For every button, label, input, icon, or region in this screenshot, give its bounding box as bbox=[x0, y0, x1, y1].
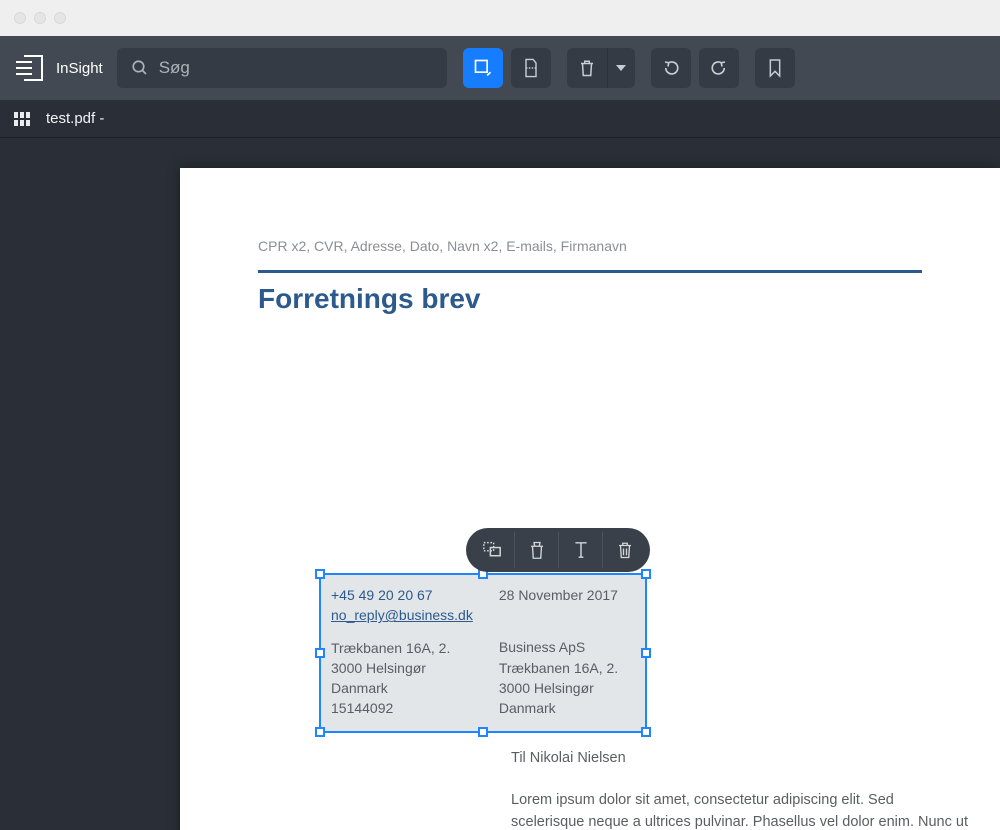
search-input[interactable] bbox=[159, 58, 433, 78]
resize-handle-nw[interactable] bbox=[315, 569, 325, 579]
letter-paragraph-1: Lorem ipsum dolor sit amet, consectetur … bbox=[511, 790, 971, 830]
letter-date: 28 November 2017 bbox=[499, 585, 635, 605]
search-field[interactable] bbox=[117, 48, 447, 88]
search-icon bbox=[131, 59, 149, 77]
bookmark-button[interactable] bbox=[755, 48, 795, 88]
resize-handle-w[interactable] bbox=[315, 648, 325, 658]
letter-body: Til Nikolai Nielsen Lorem ipsum dolor si… bbox=[511, 748, 971, 830]
window-titlebar bbox=[0, 0, 1000, 36]
delete-button[interactable] bbox=[567, 48, 607, 88]
main-toolbar: InSight bbox=[0, 36, 1000, 100]
sender-addr-3: Danmark bbox=[331, 678, 473, 698]
ctx-trash-button[interactable] bbox=[514, 532, 558, 568]
sidebar-area bbox=[0, 138, 180, 830]
letter-greeting: Til Nikolai Nielsen bbox=[511, 748, 971, 770]
window-close-icon[interactable] bbox=[14, 12, 26, 24]
sender-phone: +45 49 20 20 67 bbox=[331, 585, 473, 605]
recipient-company: Business ApS bbox=[499, 637, 635, 657]
page-tool-button[interactable] bbox=[511, 48, 551, 88]
tab-filename[interactable]: test.pdf - bbox=[46, 110, 104, 127]
document-title: Forretnings brev bbox=[258, 283, 922, 315]
resize-handle-e[interactable] bbox=[641, 648, 651, 658]
thumbnail-grid-icon[interactable] bbox=[14, 112, 32, 126]
app-logo-icon bbox=[14, 54, 46, 82]
recipient-addr-3: Danmark bbox=[499, 698, 635, 718]
selection-context-toolbar bbox=[466, 528, 650, 572]
resize-handle-sw[interactable] bbox=[315, 727, 325, 737]
sender-addr-1: Trækbanen 16A, 2. bbox=[331, 638, 473, 658]
recipient-addr-2: 3000 Helsingør bbox=[499, 678, 635, 698]
ctx-crop-button[interactable] bbox=[470, 532, 514, 568]
app-brand: InSight bbox=[14, 54, 103, 82]
app-name: InSight bbox=[56, 60, 103, 77]
selection-content: +45 49 20 20 67 no_reply@business.dk Træ… bbox=[321, 575, 645, 729]
sender-addr-2: 3000 Helsingør bbox=[331, 658, 473, 678]
sender-addr-4: 15144092 bbox=[331, 698, 473, 718]
redaction-selection[interactable]: +45 49 20 20 67 no_reply@business.dk Træ… bbox=[319, 573, 647, 733]
select-area-button[interactable] bbox=[463, 48, 503, 88]
resize-handle-se[interactable] bbox=[641, 727, 651, 737]
tab-bar: test.pdf - bbox=[0, 100, 1000, 138]
undo-button[interactable] bbox=[699, 48, 739, 88]
ctx-delete-button[interactable] bbox=[602, 532, 646, 568]
window-minimize-icon[interactable] bbox=[34, 12, 46, 24]
sender-email: no_reply@business.dk bbox=[331, 605, 473, 625]
delete-dropdown-button[interactable] bbox=[607, 48, 635, 88]
ctx-text-button[interactable] bbox=[558, 532, 602, 568]
resize-handle-ne[interactable] bbox=[641, 569, 651, 579]
recipient-addr-1: Trækbanen 16A, 2. bbox=[499, 658, 635, 678]
workspace: CPR x2, CVR, Adresse, Dato, Navn x2, E-m… bbox=[0, 138, 1000, 830]
window-maximize-icon[interactable] bbox=[54, 12, 66, 24]
resize-handle-s[interactable] bbox=[478, 727, 488, 737]
redo-button[interactable] bbox=[651, 48, 691, 88]
title-divider bbox=[258, 270, 922, 273]
metadata-tags: CPR x2, CVR, Adresse, Dato, Navn x2, E-m… bbox=[258, 238, 922, 254]
